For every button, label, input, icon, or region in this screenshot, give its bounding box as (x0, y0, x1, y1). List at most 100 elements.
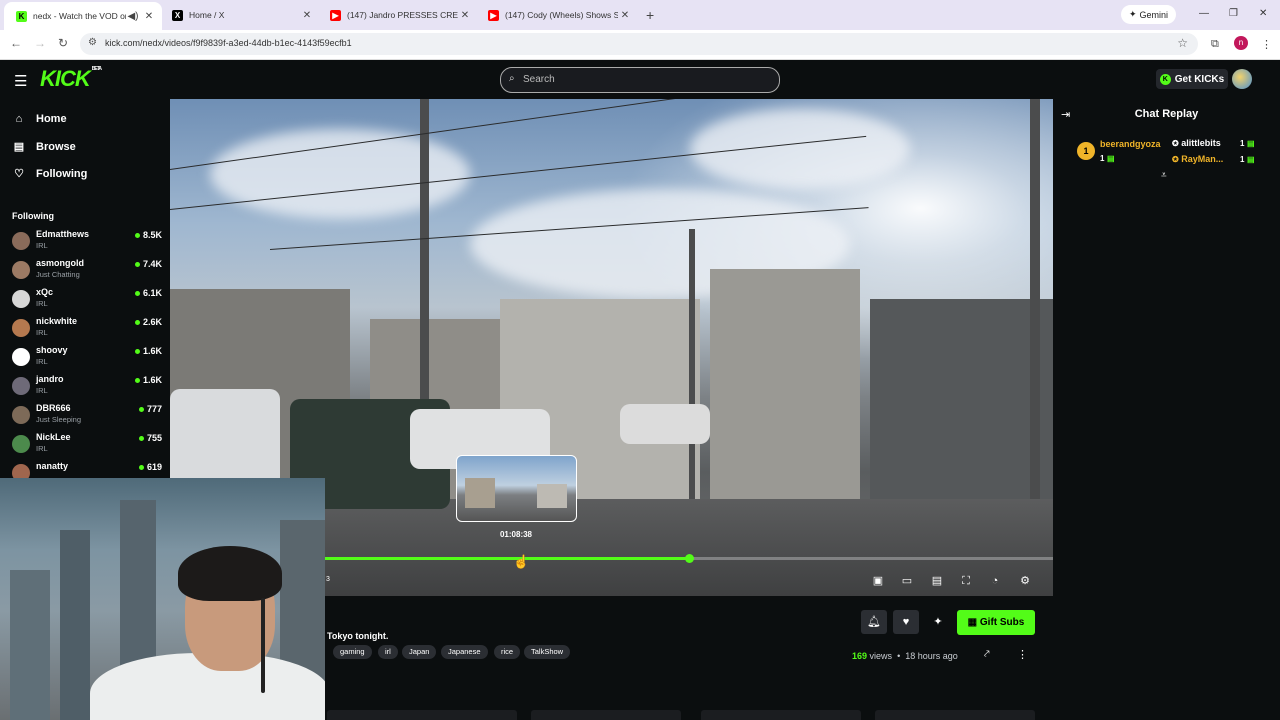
get-kicks-button[interactable]: K Get KICKs (1156, 69, 1228, 89)
viewer-count: 777 (138, 404, 162, 414)
thumbnail[interactable] (531, 710, 681, 720)
reload-icon[interactable]: ↻ (58, 36, 68, 50)
caption-icon[interactable]: ▤ (930, 575, 944, 587)
sidebar-item-home[interactable]: ⌂ Home (12, 113, 67, 125)
home-icon: ⌂ (15, 113, 23, 125)
following-channel[interactable]: nickwhite IRL 2.6K (12, 316, 162, 345)
nav-label: Home (36, 113, 67, 125)
hamburger-menu-icon[interactable]: ☰ (14, 72, 27, 90)
profile-avatar[interactable]: n (1234, 36, 1248, 50)
youtube-favicon-icon: ▶ (488, 9, 499, 21)
player-time-fragment: 3 (326, 576, 330, 583)
close-window-icon[interactable]: ✕ (1259, 8, 1267, 19)
following-channel[interactable]: shoovy IRL 1.6K (12, 345, 162, 374)
gemini-button[interactable]: ✦ Gemini (1121, 5, 1176, 24)
top-gifter[interactable]: ✪ alittlebits (1172, 138, 1221, 148)
extension-icon[interactable]: ⧉ (1211, 38, 1219, 51)
sidebar-item-following[interactable]: ♡ Following (12, 167, 87, 181)
browser-tab-youtube-2[interactable]: ▶ (147) Cody (Wheels) Shows Sh ✕ (476, 4, 638, 26)
close-tab-icon[interactable]: ✕ (300, 10, 314, 21)
audio-icon[interactable]: ◀) (126, 11, 140, 22)
bookmark-star-icon[interactable]: ☆ (1177, 36, 1188, 50)
kick-favicon-icon: K (16, 10, 27, 22)
heart-icon: ♥ (902, 616, 910, 628)
search-input[interactable]: ⌕ Search (500, 67, 780, 93)
close-tab-icon[interactable]: ✕ (458, 10, 472, 21)
following-channel[interactable]: asmongold Just Chatting 7.4K (12, 258, 162, 287)
notification-bell-button[interactable]: 🔔︎ (861, 610, 887, 634)
url-field[interactable]: ⚙ kick.com/nedx/videos/f9f9839f-a3ed-44d… (80, 33, 1198, 55)
expand-gifters-icon[interactable]: ⩡ (1161, 170, 1167, 181)
theater-icon[interactable]: ▭ (900, 575, 914, 587)
webcam-skyline-tower (10, 570, 50, 720)
more-options-icon[interactable]: ⋮ (1017, 648, 1028, 661)
progress-knob[interactable] (685, 554, 694, 563)
back-icon[interactable]: ← (10, 36, 22, 50)
preview-building (537, 484, 567, 508)
following-channel[interactable]: jandro IRL 1.6K (12, 374, 162, 403)
tab-title: Home / X (189, 10, 225, 20)
thumbnail[interactable] (875, 710, 1035, 720)
gift-subs-button[interactable]: ▦ Gift Subs (957, 610, 1035, 635)
channel-category: IRL (36, 241, 48, 250)
tag-chip[interactable]: rice (494, 645, 521, 659)
sparkle-icon: ✦ (1128, 9, 1137, 19)
following-channel[interactable]: NickLee IRL 755 (12, 432, 162, 461)
video-scene-cloud (690, 109, 910, 189)
minimize-icon[interactable]: — (1199, 8, 1209, 19)
channel-name: NickLee (36, 432, 71, 442)
menu-kebab-icon[interactable]: ⋮ (1261, 38, 1272, 51)
close-tab-icon[interactable]: ✕ (142, 11, 156, 22)
sparkle-button[interactable]: ✦ (925, 610, 951, 634)
video-scene-building (870, 299, 1053, 499)
channel-name: nickwhite (36, 316, 78, 326)
miniplayer-icon[interactable]: ▣ (871, 575, 885, 587)
kick-logo[interactable]: KICK BETA (40, 66, 102, 92)
tag-chip[interactable]: Japanese (441, 645, 488, 659)
speed-icon[interactable]: ◔ (988, 575, 1002, 587)
user-avatar[interactable] (1232, 69, 1252, 89)
new-tab-icon[interactable]: + (646, 7, 654, 23)
bell-icon: 🔔︎ (867, 616, 881, 628)
following-channel[interactable]: xQc IRL 6.1K (12, 287, 162, 316)
gift-count-text: 1 (1240, 155, 1245, 164)
channel-category: IRL (36, 444, 48, 453)
viewer-count: 7.4K (134, 259, 162, 269)
thumbnail[interactable] (701, 710, 861, 720)
channel-name: asmongold (36, 258, 85, 268)
gifter-badge-icon: ✪ (1172, 155, 1179, 164)
live-dot-icon (138, 436, 144, 442)
seek-preview-time: 01:08:38 (499, 530, 533, 539)
viewer-count: 1.6K (134, 346, 162, 356)
channel-category: Just Chatting (36, 270, 80, 279)
tag-chip[interactable]: gaming (333, 645, 372, 659)
viewer-count-text: 1.6K (142, 375, 162, 385)
gift-count-text: 1 (1100, 154, 1105, 163)
top-gifter[interactable]: beerandgyoza (1100, 139, 1161, 149)
settings-icon[interactable]: ⚙ (1018, 575, 1032, 587)
channel-category: IRL (36, 357, 48, 366)
browser-tab-kick[interactable]: K nedx - Watch the VOD on K ◀) ✕ (4, 2, 162, 30)
browser-tab-youtube-1[interactable]: ▶ (147) Jandro PRESSES CREEPY G ✕ (318, 4, 478, 26)
restore-icon[interactable]: ❐ (1229, 8, 1238, 19)
thumbnail[interactable] (327, 710, 517, 720)
share-icon[interactable]: ⤤ (984, 649, 990, 660)
tag-chip[interactable]: TalkShow (524, 645, 571, 659)
gift-count-text: 1 (1240, 139, 1245, 148)
fullscreen-icon[interactable]: ⛶ (959, 575, 973, 587)
follow-heart-button[interactable]: ♥ (893, 610, 919, 634)
site-info-icon[interactable]: ⚙ (88, 37, 97, 48)
sidebar-item-browse[interactable]: ▤ Browse (12, 140, 76, 154)
forward-icon[interactable]: → (34, 36, 46, 50)
youtube-favicon-icon: ▶ (330, 9, 341, 21)
views-count: 169 (852, 651, 868, 661)
close-tab-icon[interactable]: ✕ (618, 10, 632, 21)
tag-chip[interactable]: Japan (402, 645, 437, 659)
following-channel[interactable]: DBR666 Just Sleeping 777 (12, 403, 162, 432)
top-gifter[interactable]: ✪ RayMan... (1172, 154, 1223, 164)
following-channel[interactable]: Edmatthews IRL 8.5K (12, 229, 162, 258)
channel-name: shoovy (36, 345, 68, 355)
browser-tab-x[interactable]: X Home / X ✕ (160, 4, 320, 26)
tag-chip[interactable]: irl (378, 645, 398, 659)
gifter-count: 1 ▤ (1240, 138, 1255, 148)
